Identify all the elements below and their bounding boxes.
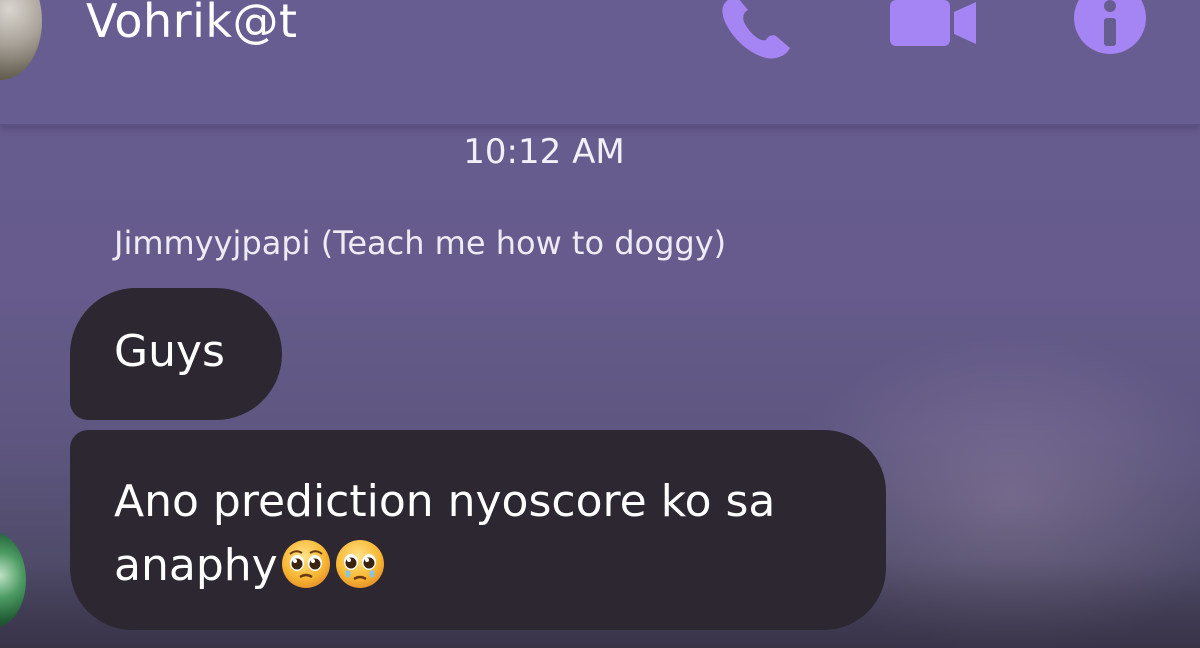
pleading-face-icon — [281, 540, 330, 588]
call-button[interactable] — [716, 0, 796, 62]
contact-name[interactable]: Vohrik@t — [86, 0, 298, 48]
sender-name: Jimmyyjpapi (Teach me how to doggy) — [114, 224, 727, 262]
message-text-line2: anaphy — [114, 534, 886, 598]
phone-icon — [722, 0, 790, 59]
message-bubble[interactable]: Guys — [70, 288, 282, 420]
video-call-button[interactable] — [886, 0, 982, 54]
contact-avatar[interactable] — [0, 0, 42, 80]
chat-header: Vohrik@t — [0, 0, 1200, 126]
message-bubble[interactable]: Ano prediction nyoscore ko sa anaphy — [70, 430, 886, 630]
message-text: anaphy — [114, 540, 278, 591]
message-timestamp: 10:12 AM — [463, 132, 625, 172]
message-text: Guys — [114, 326, 225, 377]
info-button[interactable] — [1070, 0, 1150, 62]
pleading-face-icon — [335, 540, 384, 588]
info-icon — [1074, 0, 1146, 54]
video-camera-icon — [890, 0, 976, 46]
message-text: Ano prediction nyoscore ko sa — [114, 476, 776, 527]
